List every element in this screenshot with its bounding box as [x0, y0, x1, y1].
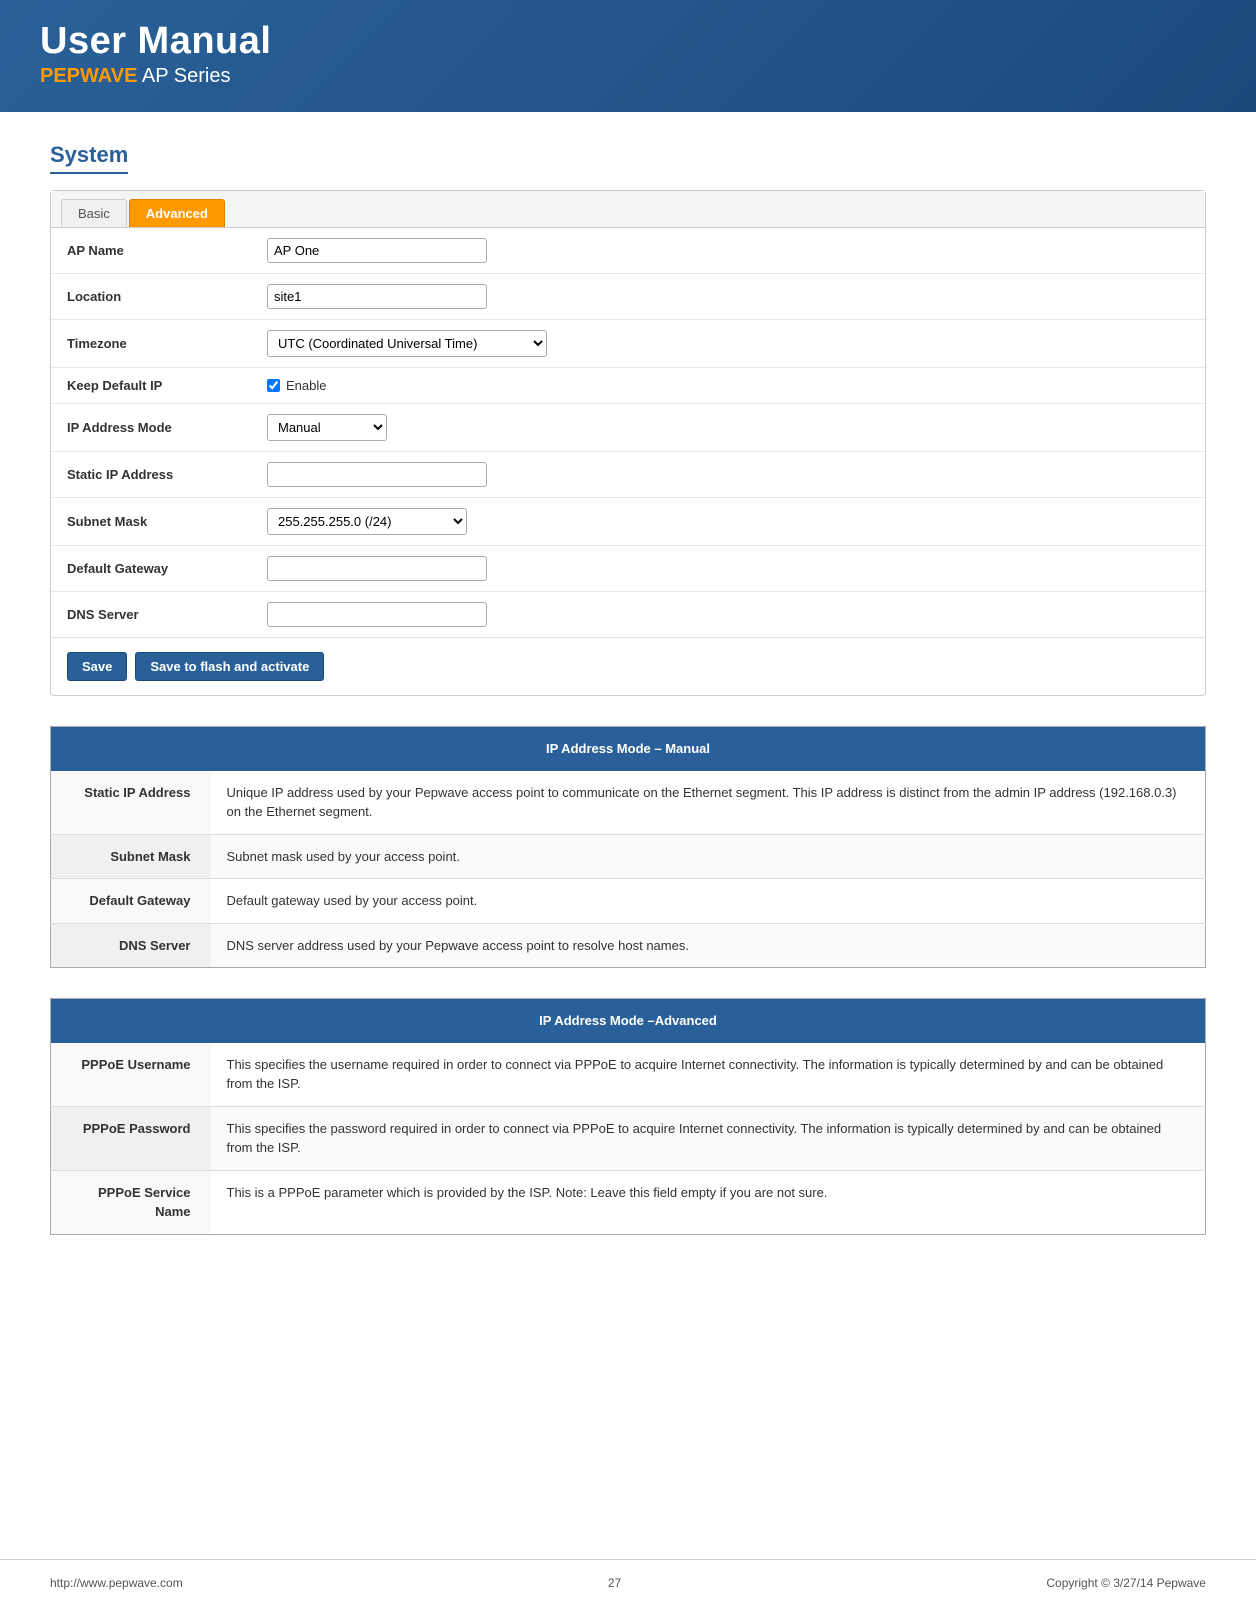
table-row: Default Gateway Default gateway used by …: [51, 879, 1206, 924]
tab-bar: Basic Advanced: [51, 191, 1205, 228]
form-row-ap-name: AP Name: [51, 228, 1205, 274]
row-desc-pppoe-username: This specifies the username required in …: [211, 1043, 1206, 1107]
table-row: Static IP Address Unique IP address used…: [51, 771, 1206, 835]
label-timezone: Timezone: [67, 336, 267, 351]
row-desc-static-ip: Unique IP address used by your Pepwave a…: [211, 771, 1206, 835]
ip-advanced-table-header: IP Address Mode –Advanced: [51, 999, 1206, 1043]
save-flash-button[interactable]: Save to flash and activate: [135, 652, 324, 681]
form-row-ip-address-mode: IP Address Mode Manual DHCP PPPoE: [51, 404, 1205, 452]
control-location: [267, 284, 1189, 309]
label-ip-address-mode: IP Address Mode: [67, 420, 267, 435]
manual-subtitle: PEPWAVE AP Series: [40, 65, 1216, 88]
table-row: Subnet Mask Subnet mask used by your acc…: [51, 834, 1206, 879]
label-keep-default-ip: Keep Default IP: [67, 378, 267, 393]
form-row-dns-server: DNS Server: [51, 592, 1205, 637]
form-row-static-ip: Static IP Address: [51, 452, 1205, 498]
select-subnet-mask[interactable]: 255.255.255.0 (/24) 255.255.0.0 (/16) 25…: [267, 508, 467, 535]
save-button[interactable]: Save: [67, 652, 127, 681]
form-row-default-gateway: Default Gateway: [51, 546, 1205, 592]
input-ap-name[interactable]: [267, 238, 487, 263]
table-row: PPPoE Username This specifies the userna…: [51, 1043, 1206, 1107]
footer-copyright: Copyright © 3/27/14 Pepwave: [1046, 1576, 1206, 1590]
checkbox-text: Enable: [286, 378, 326, 393]
input-static-ip[interactable]: [267, 462, 487, 487]
form-row-subnet-mask: Subnet Mask 255.255.255.0 (/24) 255.255.…: [51, 498, 1205, 546]
table-row: PPPoE Password This specifies the passwo…: [51, 1106, 1206, 1170]
control-ip-address-mode: Manual DHCP PPPoE: [267, 414, 1189, 441]
footer-page-number: 27: [608, 1576, 621, 1590]
subnet-row: 255.255.255.0 (/24) 255.255.0.0 (/16) 25…: [267, 508, 1189, 535]
page-header: User Manual PEPWAVE AP Series: [0, 0, 1256, 112]
manual-title: User Manual: [40, 20, 1216, 63]
row-label-default-gateway: Default Gateway: [51, 879, 211, 924]
label-dns-server: DNS Server: [67, 607, 267, 622]
button-row: Save Save to flash and activate: [51, 637, 1205, 695]
control-static-ip: [267, 462, 1189, 487]
footer-url: http://www.pepwave.com: [50, 1576, 183, 1590]
row-label-pppoe-username: PPPoE Username: [51, 1043, 211, 1107]
input-dns-server[interactable]: [267, 602, 487, 627]
row-label-pppoe-service-name: PPPoE Service Name: [51, 1170, 211, 1234]
control-keep-default-ip: Enable: [267, 378, 1189, 393]
control-ap-name: [267, 238, 1189, 263]
control-dns-server: [267, 602, 1189, 627]
row-label-static-ip: Static IP Address: [51, 771, 211, 835]
checkbox-label-enable: Enable: [267, 378, 1189, 393]
ip-advanced-table: IP Address Mode –Advanced PPPoE Username…: [50, 998, 1206, 1235]
tab-advanced[interactable]: Advanced: [129, 199, 225, 227]
label-ap-name: AP Name: [67, 243, 267, 258]
control-default-gateway: [267, 556, 1189, 581]
label-default-gateway: Default Gateway: [67, 561, 267, 576]
system-section-title: System: [50, 142, 128, 174]
row-label-dns-server: DNS Server: [51, 923, 211, 968]
ip-manual-table-header: IP Address Mode – Manual: [51, 727, 1206, 771]
control-subnet-mask: 255.255.255.0 (/24) 255.255.0.0 (/16) 25…: [267, 508, 1189, 535]
form-row-keep-default-ip: Keep Default IP Enable: [51, 368, 1205, 404]
select-ip-address-mode[interactable]: Manual DHCP PPPoE: [267, 414, 387, 441]
form-body: AP Name Location Timezone UTC (Coordinat…: [51, 228, 1205, 637]
table-row: PPPoE Service Name This is a PPPoE param…: [51, 1170, 1206, 1234]
input-default-gateway[interactable]: [267, 556, 487, 581]
form-row-location: Location: [51, 274, 1205, 320]
checkbox-enable[interactable]: [267, 379, 280, 392]
row-label-pppoe-password: PPPoE Password: [51, 1106, 211, 1170]
page-footer: http://www.pepwave.com 27 Copyright © 3/…: [0, 1559, 1256, 1606]
brand-name: PEPWAVE: [40, 65, 137, 87]
row-desc-subnet-mask: Subnet mask used by your access point.: [211, 834, 1206, 879]
ip-manual-table: IP Address Mode – Manual Static IP Addre…: [50, 726, 1206, 968]
label-static-ip: Static IP Address: [67, 467, 267, 482]
label-location: Location: [67, 289, 267, 304]
row-desc-pppoe-password: This specifies the password required in …: [211, 1106, 1206, 1170]
series-name: AP Series: [137, 65, 230, 87]
row-desc-default-gateway: Default gateway used by your access poin…: [211, 879, 1206, 924]
tab-basic[interactable]: Basic: [61, 199, 127, 227]
select-timezone[interactable]: UTC (Coordinated Universal Time): [267, 330, 547, 357]
main-content: System Basic Advanced AP Name Location: [0, 112, 1256, 1295]
row-label-subnet-mask: Subnet Mask: [51, 834, 211, 879]
input-location[interactable]: [267, 284, 487, 309]
label-subnet-mask: Subnet Mask: [67, 514, 267, 529]
system-form-panel: Basic Advanced AP Name Location: [50, 190, 1206, 696]
table-row: DNS Server DNS server address used by yo…: [51, 923, 1206, 968]
row-desc-pppoe-service-name: This is a PPPoE parameter which is provi…: [211, 1170, 1206, 1234]
control-timezone: UTC (Coordinated Universal Time): [267, 330, 1189, 357]
form-row-timezone: Timezone UTC (Coordinated Universal Time…: [51, 320, 1205, 368]
row-desc-dns-server: DNS server address used by your Pepwave …: [211, 923, 1206, 968]
